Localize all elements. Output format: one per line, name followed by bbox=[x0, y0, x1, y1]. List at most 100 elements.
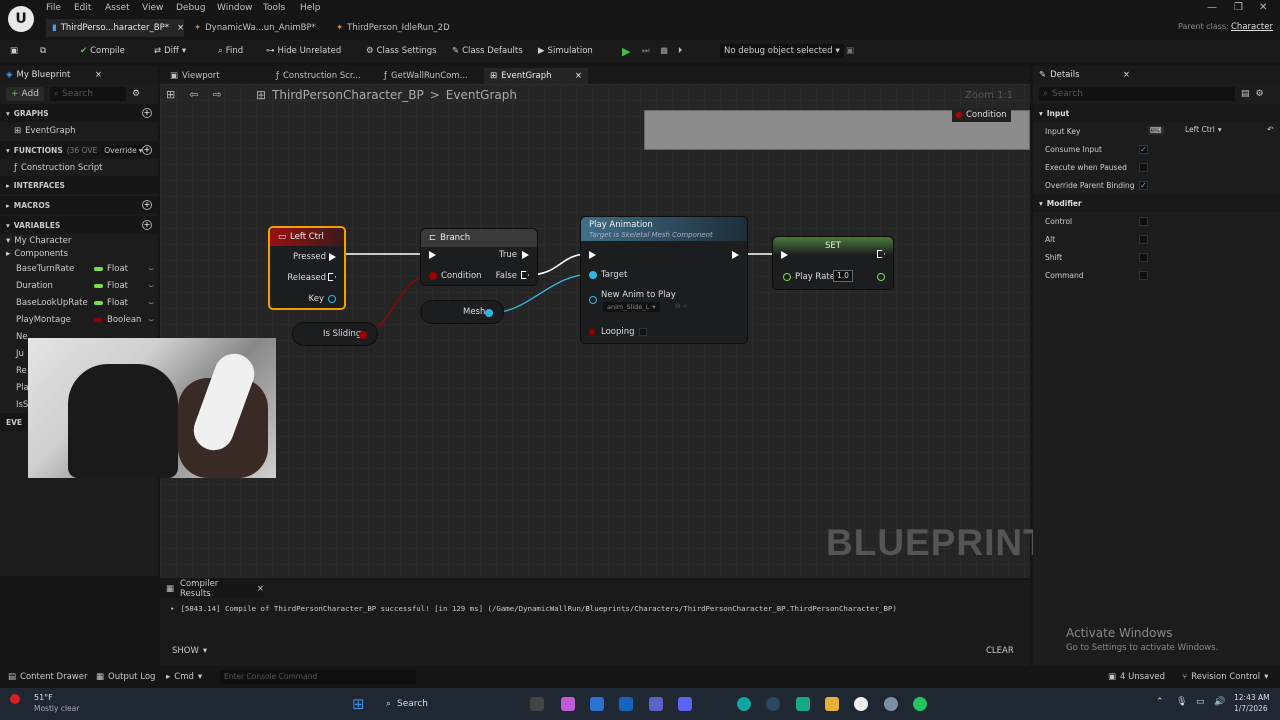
console-input[interactable]: Enter Console Command bbox=[220, 670, 416, 684]
unreal-taskbar-icon[interactable] bbox=[854, 697, 868, 711]
node-set-play-rate[interactable]: SET Play Rate 1.0 bbox=[772, 236, 894, 290]
variable-type[interactable]: Float bbox=[94, 281, 128, 291]
compile-button[interactable]: ✔ Compile bbox=[80, 44, 125, 58]
node-left-ctrl-event[interactable]: ▭ Left Ctrl Pressed Released Key bbox=[268, 226, 346, 310]
menu-file[interactable]: File bbox=[46, 3, 61, 13]
details-search-input[interactable]: ⌕ Search bbox=[1039, 87, 1235, 101]
show-dropdown[interactable]: SHOW ▾ bbox=[172, 646, 207, 656]
variable-row[interactable]: BaseTurnRate Float ⌣ bbox=[0, 260, 158, 277]
eye-icon[interactable]: ⌣ bbox=[148, 264, 154, 274]
app-icon[interactable] bbox=[796, 697, 810, 711]
variable-row[interactable]: PlayMontage Boolean ⌣ bbox=[0, 311, 158, 328]
keyboard-icon[interactable]: ⌨ bbox=[1148, 126, 1164, 135]
outlook-icon[interactable] bbox=[619, 697, 633, 711]
play-rate-input[interactable]: 1.0 bbox=[833, 270, 853, 282]
node-play-animation[interactable]: ƒ Play Animation Target is Skeletal Mesh… bbox=[580, 216, 748, 344]
windows-start-icon[interactable]: ⊞ bbox=[352, 695, 365, 713]
bool-in-pin[interactable] bbox=[589, 329, 595, 335]
display-icon[interactable]: ▭ bbox=[1196, 697, 1205, 707]
close-icon[interactable]: × bbox=[95, 70, 102, 80]
discord-icon[interactable] bbox=[678, 697, 692, 711]
eye-icon[interactable]: ⌣ bbox=[148, 298, 154, 308]
volume-icon[interactable]: 🔊 bbox=[1214, 697, 1225, 707]
play-icon[interactable]: ▶ bbox=[622, 44, 630, 58]
exec-in-pin[interactable] bbox=[429, 251, 436, 259]
revision-control-button[interactable]: ⑂ Revision Control ▾ bbox=[1182, 672, 1268, 682]
table-view-icon[interactable]: ▤ bbox=[1241, 89, 1250, 99]
class-defaults-button[interactable]: ✎ Class Defaults bbox=[452, 44, 523, 58]
exec-out-pin[interactable] bbox=[732, 251, 739, 259]
microphone-icon[interactable]: 🎙 bbox=[1176, 697, 1187, 707]
clock-time[interactable]: 12:43 AM bbox=[1234, 693, 1270, 702]
node-branch[interactable]: ⊏ Branch True Condition False bbox=[420, 228, 538, 286]
gear-icon[interactable]: ⚙ bbox=[132, 89, 140, 99]
steam-icon[interactable] bbox=[766, 697, 780, 711]
section-graphs[interactable]: ▾ GRAPHS + bbox=[0, 104, 158, 122]
target-pin[interactable] bbox=[589, 271, 597, 279]
close-icon[interactable]: × bbox=[177, 23, 184, 33]
menu-debug[interactable]: Debug bbox=[176, 3, 206, 13]
class-settings-button[interactable]: ⚙ Class Settings bbox=[366, 44, 437, 58]
tab-viewport[interactable]: ▣ Viewport bbox=[164, 68, 226, 84]
anim-asset-dropdown[interactable]: anim_Slide_L ▾ bbox=[603, 302, 660, 312]
close-icon[interactable]: × bbox=[575, 71, 582, 81]
section-input[interactable]: ▾ Input bbox=[1033, 104, 1280, 122]
content-drawer-button[interactable]: ▤ Content Drawer bbox=[8, 672, 87, 682]
exec-in-pin[interactable] bbox=[589, 251, 596, 259]
exec-out-pin[interactable] bbox=[328, 273, 336, 281]
bool-in-pin[interactable] bbox=[429, 272, 437, 280]
menu-view[interactable]: View bbox=[142, 3, 163, 13]
anim-pin[interactable] bbox=[589, 296, 597, 304]
section-modifier[interactable]: ▾ Modifier bbox=[1033, 194, 1280, 212]
maximize-icon[interactable]: ❐ bbox=[1234, 2, 1243, 13]
alt-checkbox[interactable] bbox=[1139, 234, 1148, 244]
exec-out-pin[interactable] bbox=[522, 251, 529, 259]
close-window-icon[interactable]: ✕ bbox=[1259, 2, 1267, 13]
variable-type[interactable]: Float bbox=[94, 298, 128, 308]
bool-out-pin[interactable] bbox=[359, 331, 367, 339]
section-interfaces[interactable]: ▸ INTERFACES bbox=[0, 176, 158, 194]
input-key-select[interactable]: Left Ctrl ▾ bbox=[1185, 125, 1222, 134]
tab-getwallruncom[interactable]: ƒ GetWallRunCom... bbox=[378, 68, 474, 84]
minimize-icon[interactable]: — bbox=[1207, 2, 1217, 13]
cmd-dropdown[interactable]: ▸ Cmd ▾ bbox=[166, 672, 202, 682]
browse-asset-icon[interactable]: ⊖ ⌕ bbox=[675, 302, 687, 311]
section-functions[interactable]: ▾ FUNCTIONS (36 OVE Override ▾ + bbox=[0, 141, 158, 159]
graph-item-eventgraph[interactable]: ⊞ EventGraph bbox=[0, 122, 158, 139]
unsaved-button[interactable]: ▣ 4 Unsaved bbox=[1108, 672, 1165, 682]
float-out-pin[interactable] bbox=[877, 273, 885, 281]
add-graph-icon[interactable]: + bbox=[142, 108, 152, 118]
node-get-mesh[interactable]: Mesh bbox=[420, 300, 504, 324]
teams-icon[interactable] bbox=[649, 697, 663, 711]
variable-type[interactable]: Float bbox=[94, 264, 128, 274]
menu-asset[interactable]: Asset bbox=[105, 3, 130, 13]
menu-window[interactable]: Window bbox=[217, 3, 253, 13]
store-icon[interactable] bbox=[590, 697, 604, 711]
step-icon[interactable]: ⏭ bbox=[642, 44, 650, 58]
breakpoint-icon[interactable]: ▣ bbox=[846, 44, 854, 58]
save-icon[interactable]: ▣ bbox=[10, 44, 18, 58]
doc-tab-character-bp[interactable]: ▮ ThirdPerso...haracter_BP* × bbox=[46, 19, 184, 37]
menu-edit[interactable]: Edit bbox=[74, 3, 91, 13]
find-button[interactable]: ⌕ Find bbox=[218, 44, 243, 58]
close-icon[interactable]: × bbox=[257, 584, 264, 594]
clear-button[interactable]: CLEAR bbox=[986, 646, 1014, 656]
add-button[interactable]: + Add bbox=[6, 87, 44, 101]
taskbar-search[interactable]: ⌕ Search bbox=[380, 694, 520, 714]
float-in-pin[interactable] bbox=[783, 273, 791, 281]
simulation-button[interactable]: ▶ Simulation bbox=[538, 44, 593, 58]
reset-arrow-icon[interactable]: ↶ bbox=[1267, 125, 1274, 134]
control-checkbox[interactable] bbox=[1139, 216, 1148, 226]
exec-in-pin[interactable] bbox=[781, 251, 788, 259]
variable-type[interactable]: Boolean bbox=[94, 315, 141, 325]
eye-icon[interactable]: ⌣ bbox=[148, 281, 154, 291]
file-explorer-icon[interactable] bbox=[825, 697, 839, 711]
doc-tab-animbp[interactable]: ✦ DynamicWa...un_AnimBP* bbox=[188, 19, 318, 37]
category-components[interactable]: ▸ Components bbox=[0, 247, 158, 260]
debug-object-select[interactable]: No debug object selected ▾ bbox=[720, 44, 844, 58]
task-view-icon[interactable] bbox=[530, 697, 544, 711]
edge-icon[interactable] bbox=[737, 697, 751, 711]
command-checkbox[interactable] bbox=[1139, 270, 1148, 280]
section-variables[interactable]: ▾ VARIABLES + bbox=[0, 216, 158, 234]
close-icon[interactable]: × bbox=[1123, 70, 1130, 80]
